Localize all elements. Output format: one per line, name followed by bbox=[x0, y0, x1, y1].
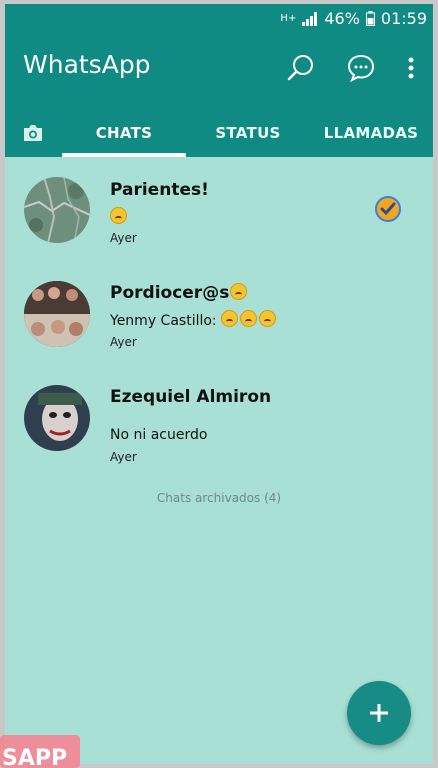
avatar bbox=[24, 385, 90, 451]
chat-message: Yenmy Castillo: bbox=[110, 310, 278, 329]
search-icon[interactable] bbox=[285, 52, 317, 84]
chat-name: Parientes! bbox=[110, 180, 209, 200]
chat-message: No ni acuerdo bbox=[110, 427, 208, 443]
chat-time: Ayer bbox=[110, 335, 137, 349]
tab-camera[interactable] bbox=[5, 109, 61, 157]
emoji-icon bbox=[110, 207, 127, 224]
tab-bar: CHATS STATUS LLAMADAS bbox=[5, 109, 433, 157]
clock: 01:59 bbox=[380, 9, 427, 28]
avatar bbox=[24, 281, 90, 347]
tab-chats[interactable]: CHATS bbox=[61, 109, 187, 157]
avatar bbox=[24, 177, 90, 243]
chat-sender: Yenmy Castillo: bbox=[110, 313, 217, 329]
chat-time: Ayer bbox=[110, 450, 137, 464]
app-frame: H+ 46% 01:59 WhatsApp CHATS STATUS LLAMA… bbox=[5, 4, 433, 764]
chat-item-ezequiel[interactable]: Ezequiel Almiron No ni acuerdo Ayer bbox=[5, 367, 433, 467]
check-badge-icon bbox=[375, 196, 401, 222]
archived-chats-link[interactable]: Chats archivados (4) bbox=[5, 491, 433, 505]
tab-calls[interactable]: LLAMADAS bbox=[309, 109, 433, 157]
emoji-icon bbox=[240, 310, 258, 327]
chat-name: Ezequiel Almiron bbox=[110, 387, 272, 407]
emoji-icon bbox=[221, 310, 239, 327]
app-title: WhatsApp bbox=[23, 50, 151, 79]
more-vert-icon[interactable] bbox=[405, 52, 417, 84]
signal-icon bbox=[302, 11, 318, 26]
chat-time: Ayer bbox=[110, 231, 137, 245]
watermark-logo: SAPP bbox=[0, 735, 80, 768]
plus-icon bbox=[370, 704, 388, 722]
status-bar: H+ 46% 01:59 bbox=[5, 4, 433, 34]
battery-percent: 46% bbox=[324, 9, 360, 28]
emoji-icon bbox=[230, 283, 248, 300]
network-label: H+ bbox=[280, 13, 297, 24]
chat-item-parientes[interactable]: Parientes! Ayer bbox=[5, 157, 433, 257]
chat-item-pordiocers[interactable]: Pordiocer@s Yenmy Castillo: Ayer bbox=[5, 262, 433, 362]
chat-message bbox=[110, 207, 129, 226]
camera-icon bbox=[24, 125, 42, 141]
battery-icon bbox=[365, 11, 375, 26]
tab-status[interactable]: STATUS bbox=[187, 109, 309, 157]
chat-name: Pordiocer@s bbox=[110, 283, 249, 303]
emoji-icon bbox=[259, 310, 277, 327]
message-bubble-icon[interactable] bbox=[345, 52, 377, 84]
app-bar: H+ 46% 01:59 WhatsApp CHATS STATUS LLAMA… bbox=[5, 4, 433, 157]
new-chat-fab[interactable] bbox=[347, 681, 411, 745]
chat-name-text: Pordiocer@s bbox=[110, 283, 230, 303]
